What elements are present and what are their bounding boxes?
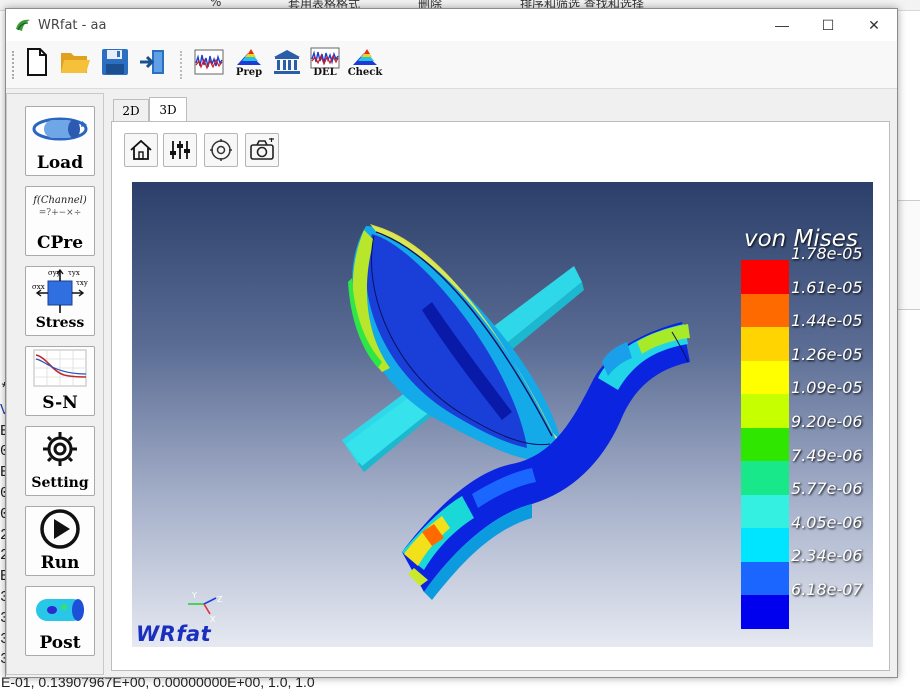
legend-tick-label: 1.61e-05 (791, 277, 863, 297)
toolbar-separator (180, 51, 183, 79)
toolbar-grip[interactable] (12, 51, 15, 79)
svg-text:σyy: σyy (48, 269, 61, 277)
load-shaft-icon (32, 117, 88, 141)
minimize-button[interactable]: — (759, 9, 805, 41)
color-bar-segment (741, 260, 789, 294)
color-bar-segment (741, 528, 789, 562)
axis-label-y: Y (191, 591, 197, 600)
save-icon (102, 49, 128, 75)
open-folder-icon (61, 53, 90, 73)
legend-tick-label: 2.34e-06 (791, 546, 863, 566)
app-logo-icon (16, 19, 30, 31)
content-area: 2D 3D Y Z X von Mises 1.78e-05 1.61e-05 … (109, 93, 892, 671)
setting-label: Setting (31, 475, 89, 491)
signal-chart-icon (194, 49, 224, 75)
new-file-icon (27, 48, 47, 76)
new-file-button[interactable] (20, 47, 54, 83)
toolbar: Prep DEL Check (6, 41, 897, 89)
color-bar-segment (741, 561, 789, 595)
view-settings-button[interactable] (204, 133, 238, 167)
legend-tick-label: 5.77e-06 (791, 479, 863, 499)
prep-icon (237, 49, 261, 65)
sn-label: S-N (42, 393, 78, 413)
home-icon (130, 139, 152, 160)
sn-button[interactable]: S-N (25, 346, 95, 416)
tab-3d[interactable]: 3D (149, 97, 187, 121)
prep-label: Prep (235, 67, 263, 78)
exit-button[interactable] (136, 47, 170, 83)
color-bar-segment (741, 360, 789, 394)
color-bar-segment (741, 293, 789, 327)
color-bar-segment (741, 427, 789, 461)
legend-tick-label: 7.49e-06 (791, 445, 863, 465)
color-bar (741, 260, 789, 629)
exit-icon (140, 50, 164, 74)
cpre-button[interactable]: f(Channel) =?+−×÷ CPre (25, 186, 95, 256)
check-button[interactable]: Check (348, 47, 382, 83)
load-button[interactable]: Load (25, 106, 95, 176)
stress-tensor-icon: σyy τyx σxx τxy (32, 268, 88, 313)
del-label: DEL (313, 67, 337, 78)
svg-text:τxy: τxy (76, 279, 88, 287)
legend-tick-label: 1.44e-05 (791, 311, 863, 331)
svg-text:τyx: τyx (68, 269, 80, 277)
stress-button[interactable]: σyy τyx σxx τxy Stress (25, 266, 95, 336)
run-label: Run (40, 553, 80, 573)
signal-button[interactable] (192, 47, 226, 83)
view-3d-panel: Y Z X von Mises 1.78e-05 1.61e-05 1.44e-05… (111, 121, 890, 671)
screenshot-button[interactable] (245, 133, 279, 167)
adjust-button[interactable] (163, 133, 197, 167)
gear-icon (210, 139, 232, 161)
play-icon (40, 509, 80, 549)
maximize-button[interactable]: ☐ (805, 9, 851, 41)
open-folder-button[interactable] (58, 47, 92, 83)
setting-button[interactable]: Setting (25, 426, 95, 496)
library-building-icon (274, 50, 300, 74)
legend-tick-label: 9.20e-06 (791, 412, 863, 431)
color-bar-segment (741, 327, 789, 361)
svg-text:σxx: σxx (32, 283, 45, 291)
post-contour-icon (36, 599, 84, 621)
close-button[interactable]: ✕ (851, 9, 897, 41)
legend-tick-label: 1.26e-05 (791, 344, 863, 364)
post-label: Post (39, 633, 81, 653)
sidebar: Load f(Channel) =?+−×÷ CPre σyy τyx σxx … (6, 93, 104, 675)
home-view-button[interactable] (124, 133, 158, 167)
load-label: Load (36, 153, 84, 173)
check-icon (353, 49, 377, 65)
check-label: Check (347, 67, 383, 78)
del-button[interactable]: DEL (308, 47, 342, 83)
color-bar-segment (741, 394, 789, 428)
brand-watermark: WRfat (136, 622, 212, 646)
axis-label-z: Z (217, 595, 223, 604)
background-panel (897, 200, 920, 310)
legend-tick-label: 4.05e-06 (791, 512, 863, 532)
color-bar-segment (741, 461, 789, 495)
gear-icon (43, 432, 77, 466)
prep-button[interactable]: Prep (232, 47, 266, 83)
axis-triad: Y Z X (188, 591, 223, 624)
sliders-icon (170, 141, 190, 159)
color-bar-segment (741, 595, 789, 629)
tab-2d[interactable]: 2D (113, 99, 149, 121)
color-bar-segment (741, 494, 789, 528)
cpre-formula: f(Channel) (33, 195, 87, 206)
legend-tick-label: 6.18e-07 (791, 580, 863, 599)
render-viewport[interactable]: Y Z X von Mises 1.78e-05 1.61e-05 1.44e-05… (132, 182, 873, 647)
save-button[interactable] (98, 47, 132, 83)
window-title: WRfat - aa (38, 18, 107, 33)
legend-tick-label: 1.78e-05 (791, 244, 863, 263)
legend-tick-label: 1.09e-05 (791, 378, 863, 398)
title-bar[interactable]: WRfat - aa — ☐ ✕ (6, 9, 897, 41)
run-button[interactable]: Run (25, 506, 95, 576)
sn-curve-icon (33, 349, 87, 387)
database-button[interactable] (270, 47, 304, 83)
cpre-operators: =?+−×÷ (38, 208, 82, 218)
del-signal-icon (310, 47, 340, 69)
camera-icon (250, 138, 274, 160)
main-window: WRfat - aa — ☐ ✕ Prep DEL Check Load f(C… (5, 8, 898, 678)
stress-label: Stress (35, 315, 85, 331)
post-button[interactable]: Post (25, 586, 95, 656)
cpre-label: CPre (36, 233, 84, 253)
